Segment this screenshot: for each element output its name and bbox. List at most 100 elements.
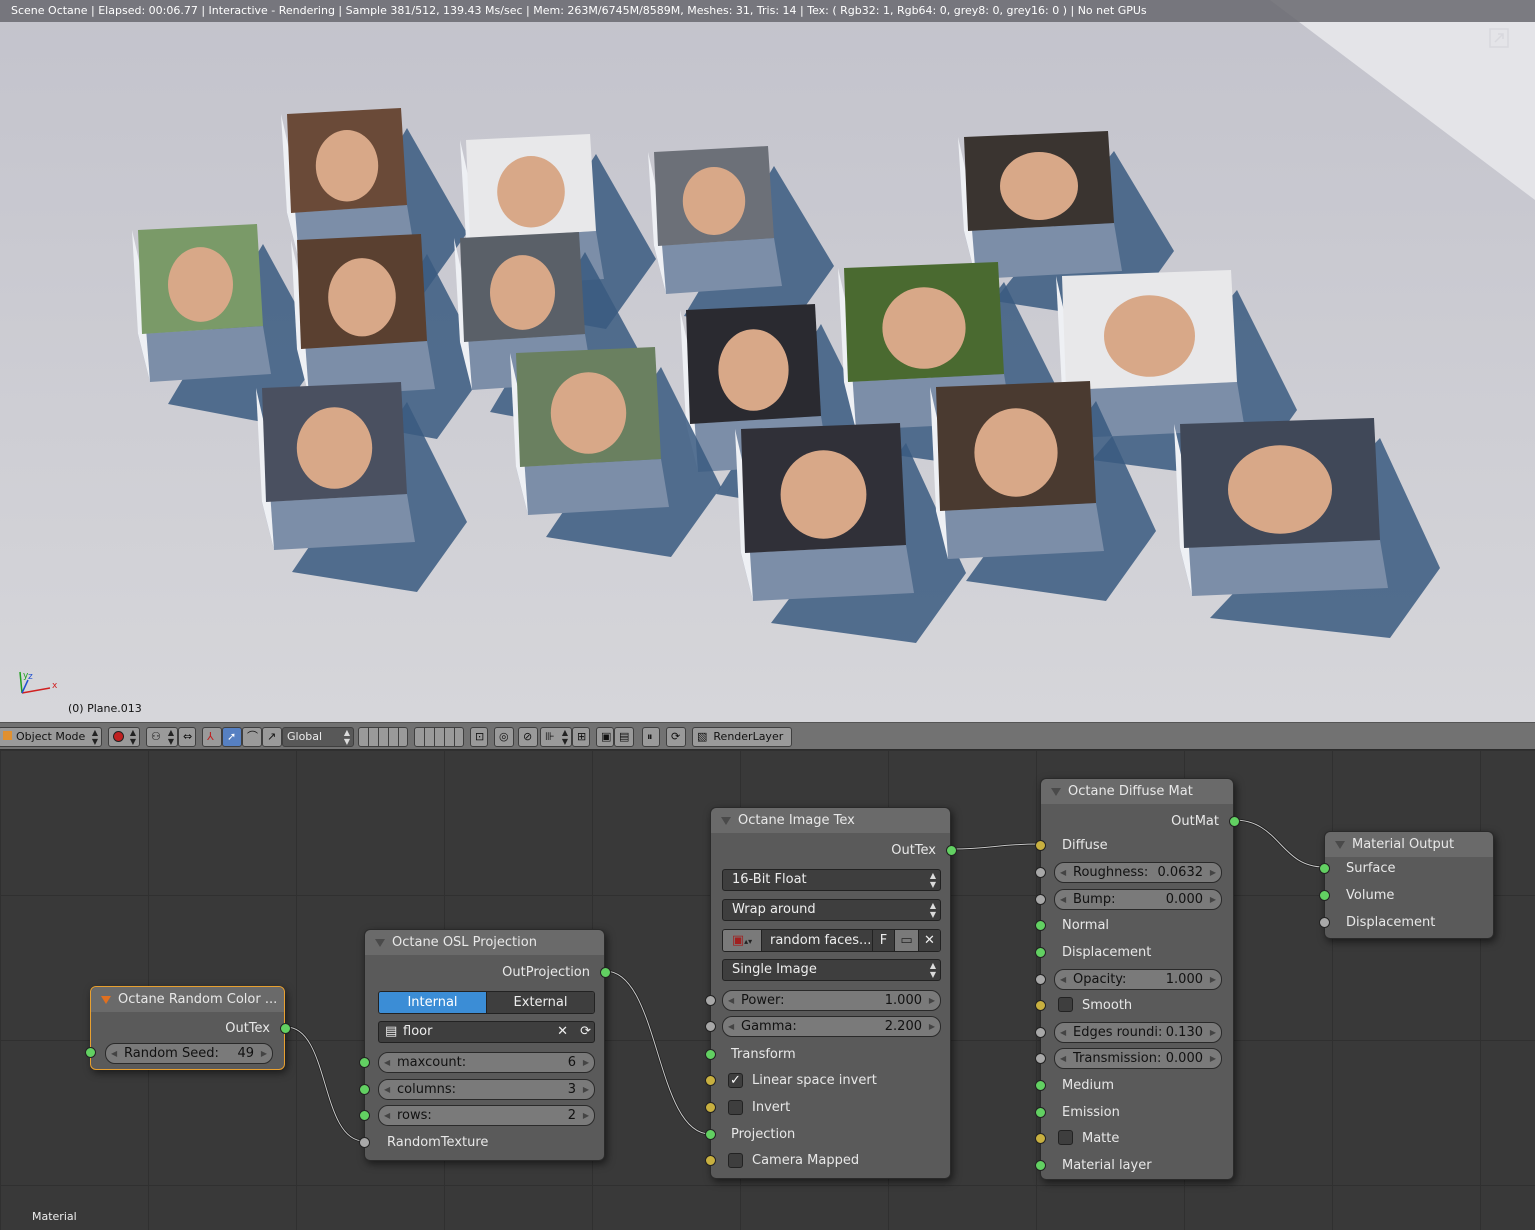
rows-field[interactable]: ◀ rows: 2 ▶	[378, 1105, 595, 1126]
input-socket-matte[interactable]	[1035, 1133, 1046, 1144]
input-socket-linear[interactable]	[705, 1075, 716, 1086]
output-socket[interactable]	[946, 845, 957, 856]
input-socket-volume[interactable]	[1319, 890, 1330, 901]
input-socket-normal[interactable]	[1035, 920, 1046, 931]
mode-selector[interactable]: Object Mode ▲ ▼	[0, 727, 102, 747]
input-socket-maxcount[interactable]	[359, 1057, 370, 1068]
input-socket-camera[interactable]	[705, 1155, 716, 1166]
input-socket-diffuse[interactable]	[1035, 840, 1046, 851]
input-socket-transform[interactable]	[705, 1049, 716, 1060]
opengl-anim-button[interactable]: ▤	[614, 727, 634, 747]
columns-field[interactable]: ◀ columns: 3 ▶	[378, 1079, 595, 1100]
input-socket-seed[interactable]	[85, 1047, 96, 1058]
input-socket-opacity[interactable]	[1035, 974, 1046, 985]
output-socket[interactable]	[280, 1023, 291, 1034]
input-socket-randomtexture[interactable]	[359, 1137, 370, 1148]
input-socket-columns[interactable]	[359, 1084, 370, 1095]
node-random-color[interactable]: Octane Random Color ... OutTex ◀ Random S…	[85, 986, 291, 1070]
reload-icon[interactable]: ⟳	[580, 1022, 591, 1042]
transmission-field[interactable]: ◀ Transmission: 0.000 ▶	[1054, 1048, 1222, 1069]
node-header[interactable]: Material Output	[1325, 832, 1493, 857]
proportional-button[interactable]: ◎	[494, 727, 514, 747]
opacity-field[interactable]: ◀ Opacity: 1.000 ▶	[1054, 969, 1222, 990]
node-material-output[interactable]: Material Output Surface Volume Displacem…	[1319, 831, 1494, 939]
input-socket-medium[interactable]	[1035, 1080, 1046, 1091]
node-header[interactable]: Octane Random Color ...	[91, 987, 284, 1012]
layer-buttons-1[interactable]	[358, 727, 408, 747]
snap-toggle[interactable]: ⊘	[518, 727, 538, 747]
lock-button[interactable]: ⊡	[470, 727, 488, 747]
wrap-dropdown[interactable]: Wrap around ▲ ▼	[722, 899, 941, 921]
refresh-button[interactable]: ⟳	[666, 727, 686, 747]
input-socket-emission[interactable]	[1035, 1107, 1046, 1118]
snap-target-button[interactable]: ⊞	[572, 727, 590, 747]
format-dropdown[interactable]: 16-Bit Float ▲ ▼	[722, 869, 941, 891]
input-socket-projection[interactable]	[705, 1129, 716, 1140]
input-socket-gamma[interactable]	[705, 1021, 716, 1032]
input-socket-displacement[interactable]	[1319, 917, 1330, 928]
gamma-field[interactable]: ◀ Gamma: 2.200 ▶	[722, 1016, 941, 1037]
edges-rounding-field[interactable]: ◀ Edges roundi: 0.130 ▶	[1054, 1022, 1222, 1043]
pivot-selector[interactable]: ⚇ ▲ ▼	[146, 727, 178, 747]
input-socket-roughness[interactable]	[1035, 867, 1046, 878]
open-folder-button[interactable]: ▭	[894, 930, 918, 951]
pause-button[interactable]: ⏸	[642, 727, 660, 747]
3d-viewport[interactable]: Scene Octane | Elapsed: 00:06.77 | Inter…	[0, 0, 1535, 722]
node-header[interactable]: Octane OSL Projection	[365, 930, 604, 955]
collapse-triangle-icon[interactable]	[1051, 788, 1061, 796]
linear-space-invert-checkbox[interactable]: ✓	[728, 1073, 743, 1088]
roughness-field[interactable]: ◀ Roughness: 0.0632 ▶	[1054, 862, 1222, 883]
orientation-selector[interactable]: Global ▲ ▼	[282, 727, 354, 747]
bump-field[interactable]: ◀ Bump: 0.000 ▶	[1054, 889, 1222, 910]
output-socket[interactable]	[1229, 816, 1240, 827]
render-layer-selector[interactable]: ▧ RenderLayer	[692, 727, 792, 747]
curve-button[interactable]: ⌒	[242, 727, 262, 747]
collapse-triangle-icon[interactable]	[1335, 841, 1345, 849]
manipulator-toggle[interactable]: ⇔	[178, 727, 196, 747]
unlink-button[interactable]: ✕	[918, 930, 940, 951]
camera-mapped-checkbox[interactable]	[728, 1153, 743, 1168]
maxcount-field[interactable]: ◀ maxcount: 6 ▶	[378, 1052, 595, 1073]
input-socket-displacement[interactable]	[1035, 947, 1046, 958]
clear-icon[interactable]: ✕	[557, 1022, 568, 1042]
layer-buttons-2[interactable]	[414, 727, 464, 747]
node-editor[interactable]: Octane Random Color ... OutTex ◀ Random S…	[0, 750, 1535, 1230]
image-name[interactable]: random faces...	[761, 930, 872, 951]
node-osl-projection[interactable]: Octane OSL Projection OutProjection Inte…	[359, 929, 611, 1161]
maximize-icon[interactable]	[1489, 28, 1509, 48]
node-header[interactable]: Octane Image Tex	[711, 808, 950, 833]
random-seed-field[interactable]: ◀ Random Seed: 49 ▶	[105, 1043, 273, 1064]
source-dropdown[interactable]: Single Image ▲ ▼	[722, 959, 941, 981]
input-socket-edges[interactable]	[1035, 1027, 1046, 1038]
collapse-triangle-icon[interactable]	[375, 939, 385, 947]
matte-checkbox[interactable]	[1058, 1130, 1073, 1145]
image-browse-button[interactable]: ▣▴▾	[723, 930, 761, 951]
opengl-render-button[interactable]: ▣	[596, 727, 614, 747]
scale-button[interactable]: ↗	[262, 727, 282, 747]
input-socket-smooth[interactable]	[1035, 1000, 1046, 1011]
translate-button[interactable]: ⅄	[202, 727, 222, 747]
node-diffuse-mat[interactable]: Octane Diffuse Mat OutMat Diffuse ◀ Rough…	[1035, 778, 1240, 1180]
tab-external[interactable]: External	[486, 992, 594, 1013]
input-socket-material-layer[interactable]	[1035, 1160, 1046, 1171]
shading-selector[interactable]: ▲ ▼	[108, 727, 140, 747]
fake-user-button[interactable]: F	[872, 930, 894, 951]
tab-internal[interactable]: Internal	[379, 992, 486, 1013]
snap-element-selector[interactable]: ⊪ ▲ ▼	[540, 727, 572, 747]
collapse-triangle-icon[interactable]	[101, 996, 111, 1004]
invert-checkbox[interactable]	[728, 1100, 743, 1115]
node-header[interactable]: Octane Diffuse Mat	[1041, 779, 1233, 804]
input-socket-surface[interactable]	[1319, 863, 1330, 874]
output-socket[interactable]	[600, 967, 611, 978]
input-socket-rows[interactable]	[359, 1110, 370, 1121]
smooth-checkbox[interactable]	[1058, 997, 1073, 1012]
node-image-tex[interactable]: Octane Image Tex OutTex 16-Bit Float ▲ ▼ W…	[705, 807, 957, 1179]
input-socket-bump[interactable]	[1035, 894, 1046, 905]
input-socket-invert[interactable]	[705, 1102, 716, 1113]
input-socket-transmission[interactable]	[1035, 1053, 1046, 1064]
power-field[interactable]: ◀ Power: 1.000 ▶	[722, 990, 941, 1011]
collapse-triangle-icon[interactable]	[721, 817, 731, 825]
script-selector[interactable]: ▤ floor ✕ ⟳	[378, 1021, 595, 1043]
input-socket-power[interactable]	[705, 995, 716, 1006]
rotate-button[interactable]: ➚	[222, 727, 242, 747]
